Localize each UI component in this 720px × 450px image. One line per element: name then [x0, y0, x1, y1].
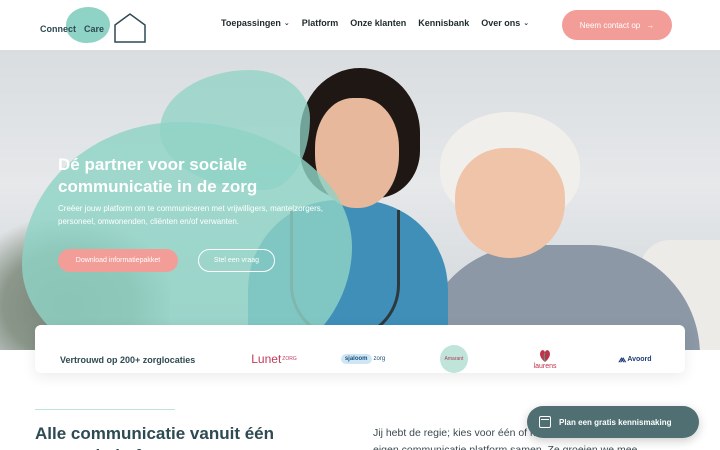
hero-title: Dé partner voor sociale communicatie in … — [58, 155, 258, 196]
lunet-logo-text: Lunet — [251, 352, 282, 366]
trust-label: Vertrouwd op 200+ zorglocaties — [60, 355, 196, 365]
contact-button-label: Neem contact op — [579, 20, 641, 30]
main-nav: Toepassingen ⌄ Platform Onze klanten Ken… — [221, 18, 529, 28]
section-divider — [35, 409, 175, 410]
nav-item-kennisbank[interactable]: Kennisbank — [418, 18, 469, 28]
chevron-down-icon: ⌄ — [523, 20, 530, 27]
download-info-button[interactable]: Download informatiepakket — [58, 249, 178, 272]
site-header: Connect Care Toepassingen ⌄ Platform Onz… — [0, 0, 720, 50]
avoord-logo-text: Avoord — [627, 355, 652, 363]
nav-item-label: Onze klanten — [350, 18, 407, 28]
laurens-leaf-icon — [540, 349, 550, 362]
lunet-zorg-logo: Lunet ZORG — [248, 345, 300, 373]
nav-item-over-ons[interactable]: Over ons ⌄ — [481, 18, 529, 28]
hero-section — [0, 50, 720, 350]
sjaloom-logo-text: sjaloom — [340, 354, 372, 364]
section-title: Alle communicatie vanuit één centraal pl… — [35, 424, 275, 450]
trust-bar: Vertrouwd op 200+ zorglocaties Lunet ZORG… — [35, 325, 685, 373]
plan-kennismaking-label: Plan een gratis kennismaking — [559, 417, 672, 427]
contact-button[interactable]: Neem contact op → — [562, 10, 672, 40]
sjaloom-zorg-logo: sjaloom zorg — [340, 345, 386, 373]
logo-text-care: Care — [84, 24, 105, 34]
avoord-mark-icon: ⩕ — [618, 353, 627, 365]
chevron-down-icon: ⌄ — [283, 20, 290, 27]
nav-item-label: Kennisbank — [418, 18, 470, 28]
avoord-logo: ⩕ Avoord — [614, 345, 656, 373]
nav-item-toepassingen[interactable]: Toepassingen ⌄ — [221, 18, 290, 28]
plan-kennismaking-button[interactable]: Plan een gratis kennismaking — [527, 406, 699, 438]
nav-item-label: Toepassingen — [221, 18, 281, 28]
amarant-logo: Amarant — [439, 345, 469, 373]
laurens-logo: laurens — [528, 345, 562, 373]
connect2care-logo[interactable]: Connect Care — [38, 5, 146, 45]
ask-question-button[interactable]: Stel een vraag — [198, 249, 275, 272]
nav-item-label: Over ons — [481, 18, 521, 28]
calendar-icon — [539, 416, 551, 428]
sjaloom-logo-suffix: zorg — [373, 356, 386, 362]
amarant-logo-circle: Amarant — [440, 345, 468, 373]
nav-item-label: Platform — [301, 18, 339, 28]
nav-item-onze-klanten[interactable]: Onze klanten — [350, 18, 406, 28]
logo-text-connect: Connect — [40, 24, 76, 34]
hero-subtitle: Creëer jouw platform om te communiceren … — [58, 204, 323, 226]
arrow-right-icon: → — [646, 20, 655, 30]
amarant-logo-text: Amarant — [444, 356, 464, 362]
nav-item-platform[interactable]: Platform — [302, 18, 339, 28]
house-outline-icon — [114, 13, 146, 43]
lunet-logo-suffix: ZORG — [282, 356, 297, 362]
hero-photo-elder-face — [455, 148, 565, 258]
laurens-logo-text: laurens — [533, 362, 557, 370]
